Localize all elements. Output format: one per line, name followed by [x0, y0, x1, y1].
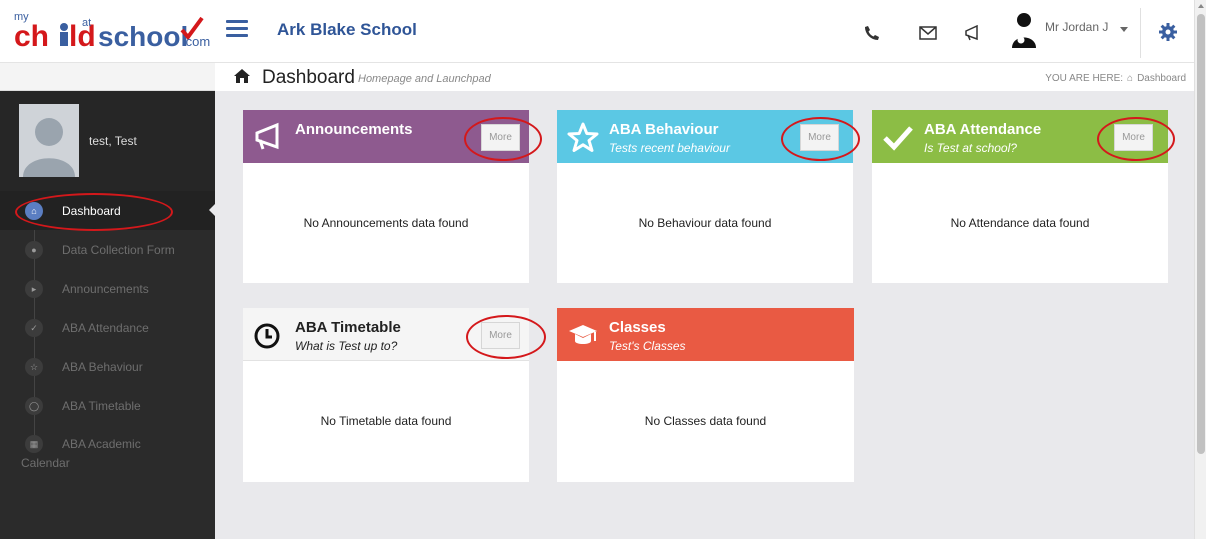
behaviour-card: ABA Behaviour Tests recent behaviour Mor…: [557, 110, 853, 283]
card-subtitle: Test's Classes: [609, 339, 686, 353]
attendance-card: ABA Attendance Is Test at school? More N…: [872, 110, 1168, 283]
home-icon: ⌂: [25, 202, 43, 220]
megaphone-icon: [255, 122, 279, 150]
sidebar-item-behaviour[interactable]: ☆ ABA Behaviour: [0, 347, 215, 386]
sidebar-item-label: Dashboard: [62, 203, 121, 218]
scrollbar-thumb[interactable]: [1197, 14, 1205, 454]
avatar[interactable]: [19, 104, 79, 177]
card-subtitle: Is Test at school?: [924, 141, 1017, 155]
clock-icon: ◯: [25, 397, 43, 415]
sidebar-item-announcements[interactable]: ▸ Announcements: [0, 269, 215, 308]
scrollbar[interactable]: [1194, 0, 1206, 539]
sidebar-header: [0, 63, 215, 91]
check-icon: [883, 126, 913, 151]
profile-panel: test, Test: [0, 91, 215, 191]
card-empty-message: No Classes data found: [644, 414, 767, 428]
card-header: Classes Test's Classes: [557, 308, 854, 361]
page-title: Dashboard: [262, 67, 355, 88]
more-button[interactable]: More: [800, 124, 839, 151]
card-header: Announcements More: [243, 110, 529, 163]
you-are-here-label: YOU ARE HERE:: [1045, 73, 1124, 84]
sidebar-item-data-collection-form[interactable]: ● Data Collection Form: [0, 230, 215, 269]
sidebar-item-academic-calendar[interactable]: ▦ ABA Academic Calendar: [0, 425, 215, 473]
calendar-icon: ▦: [25, 435, 43, 453]
more-button[interactable]: More: [481, 124, 520, 151]
phone-icon[interactable]: [861, 22, 883, 44]
dashboard-main: Announcements More No Announcements data…: [215, 91, 1194, 539]
star-icon: [567, 122, 599, 152]
gear-icon[interactable]: [1158, 22, 1178, 42]
logo[interactable]: my ch ld at school .com: [12, 6, 212, 56]
sidebar-item-attendance[interactable]: ✓ ABA Attendance: [0, 308, 215, 347]
card-empty-message: No Timetable data found: [320, 414, 452, 428]
top-bar: my ch ld at school .com Ark Blake School…: [0, 0, 1194, 63]
sidebar-item-label: ABA Behaviour: [62, 359, 143, 374]
card-title: Announcements: [295, 121, 413, 138]
sidebar-item-dashboard[interactable]: ⌂ Dashboard: [0, 191, 215, 230]
card-title: ABA Behaviour: [609, 121, 719, 138]
svg-text:ch: ch: [14, 20, 49, 53]
more-button[interactable]: More: [1114, 124, 1153, 151]
divider: [1140, 8, 1141, 58]
announcements-card: Announcements More No Announcements data…: [243, 110, 529, 283]
more-button[interactable]: More: [481, 322, 520, 349]
card-empty-message: No Attendance data found: [950, 216, 1090, 230]
svg-text:at: at: [82, 17, 91, 29]
megaphone-icon[interactable]: [962, 22, 984, 44]
card-empty-message: No Announcements data found: [303, 216, 469, 230]
clock-icon: [254, 323, 280, 349]
user-icon: ●: [25, 241, 43, 259]
app-window: my ch ld at school .com Ark Blake School…: [0, 0, 1206, 539]
card-header: ABA Attendance Is Test at school? More: [872, 110, 1168, 163]
classes-card: Classes Test's Classes No Classes data f…: [557, 308, 854, 482]
svg-text:.com: .com: [182, 34, 210, 49]
svg-text:school: school: [98, 21, 188, 52]
sidebar-nav: ⌂ Dashboard ● Data Collection Form ▸ Ann…: [0, 191, 215, 473]
menu-toggle-icon[interactable]: [226, 20, 248, 38]
sidebar-item-label: ABA Timetable: [62, 398, 141, 413]
card-header: ABA Timetable What is Test up to? More: [243, 308, 529, 361]
breadcrumb-current[interactable]: Dashboard: [1137, 73, 1186, 84]
star-icon: ☆: [25, 358, 43, 376]
check-icon: ✓: [25, 319, 43, 337]
sidebar-item-label: Data Collection Form: [62, 242, 175, 257]
school-name[interactable]: Ark Blake School: [277, 20, 417, 40]
megaphone-icon: ▸: [25, 280, 43, 298]
sidebar-item-label: Announcements: [62, 281, 149, 296]
timetable-card: ABA Timetable What is Test up to? More N…: [243, 308, 529, 482]
chevron-down-icon[interactable]: [1120, 27, 1128, 32]
you-are-here: YOU ARE HERE: ⌂ Dashboard: [1045, 73, 1186, 84]
home-icon: ⌂: [1127, 73, 1134, 84]
user-avatar[interactable]: [1009, 12, 1039, 48]
card-title: Classes: [609, 319, 666, 336]
sidebar-item-label: ABA Attendance: [62, 320, 149, 335]
card-title: ABA Attendance: [924, 121, 1042, 138]
page-subtitle: Homepage and Launchpad: [358, 73, 491, 85]
user-menu[interactable]: Mr Jordan J: [1045, 20, 1108, 34]
card-title: ABA Timetable: [295, 319, 401, 336]
sidebar: test, Test ⌂ Dashboard ● Data Collection…: [0, 91, 215, 539]
profile-name: test, Test: [89, 134, 137, 148]
card-subtitle: Tests recent behaviour: [609, 141, 730, 155]
sidebar-item-timetable[interactable]: ◯ ABA Timetable: [0, 386, 215, 425]
scroll-up-icon[interactable]: [1198, 4, 1204, 8]
card-empty-message: No Behaviour data found: [638, 216, 772, 230]
card-subtitle: What is Test up to?: [295, 339, 398, 353]
mail-icon[interactable]: [917, 22, 939, 44]
home-icon: [234, 69, 250, 83]
card-header: ABA Behaviour Tests recent behaviour Mor…: [557, 110, 853, 163]
graduation-cap-icon: [569, 325, 597, 344]
